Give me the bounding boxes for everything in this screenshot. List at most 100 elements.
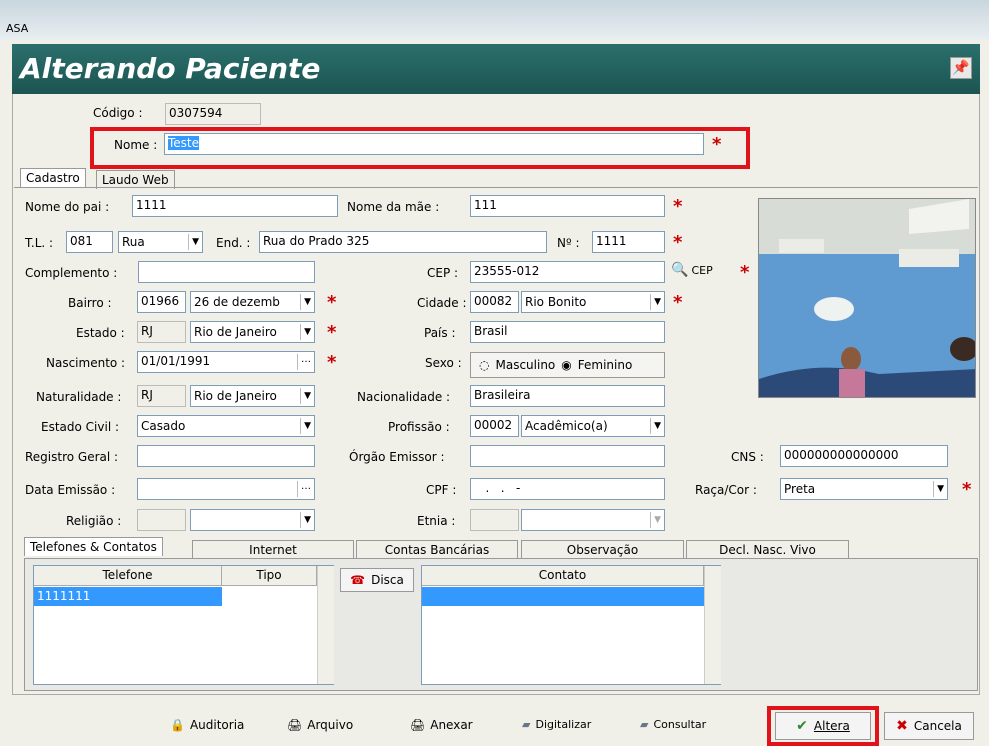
numero-label: Nº : — [557, 236, 580, 250]
altera-label: Altera — [813, 719, 850, 733]
contact-table[interactable]: Contato — [421, 565, 721, 685]
photo-image — [759, 199, 975, 397]
nome-value: Teste — [168, 136, 200, 150]
orgao-emissor-input[interactable] — [470, 445, 665, 467]
digitalizar-button[interactable]: ▰ Digitalizar — [522, 718, 591, 731]
pais-label: País : — [424, 326, 456, 340]
tl-code-input[interactable]: 081 — [66, 231, 113, 253]
cpf-label: CPF : — [426, 483, 457, 497]
required-marker: * — [673, 232, 683, 253]
window-titlebar: ASA — [0, 0, 989, 40]
nacionalidade-input[interactable]: Brasileira — [470, 385, 665, 407]
tab-contas-bancarias[interactable]: Contas Bancárias — [356, 540, 518, 559]
phone-icon: ☎ — [350, 573, 366, 587]
tab-cadastro[interactable]: Cadastro — [20, 168, 86, 187]
date-picker-icon[interactable]: … — [297, 481, 311, 497]
estado-select[interactable]: Rio de Janeiro ▼ — [190, 321, 315, 343]
pin-button[interactable]: 📌 — [950, 57, 972, 79]
profissao-label: Profissão : — [388, 420, 450, 434]
nome-input[interactable]: Teste — [164, 133, 704, 155]
cidade-select[interactable]: Rio Bonito ▼ — [521, 291, 665, 313]
end-input[interactable]: Rua do Prado 325 — [259, 231, 547, 253]
chevron-down-icon: ▼ — [300, 388, 311, 404]
tab-internet[interactable]: Internet — [192, 540, 354, 559]
profissao-code-input[interactable]: 00002 — [470, 415, 519, 437]
column-header-telefone[interactable]: Telefone — [34, 566, 222, 586]
arquivo-label: Arquivo — [307, 718, 354, 732]
disca-button[interactable]: ☎ Disca — [340, 568, 414, 592]
anexar-button[interactable]: 🖨 Anexar — [410, 718, 473, 732]
tl-label: T.L. : — [25, 236, 54, 250]
data-emissao-label: Data Emissão : — [25, 483, 116, 497]
nome-pai-label: Nome do pai : — [25, 200, 110, 214]
profissao-value: Acadêmico(a) — [525, 419, 608, 433]
table-cell-tipo[interactable] — [222, 587, 317, 606]
padlock-icon: 🔒 — [170, 718, 185, 732]
column-header-tipo[interactable]: Tipo — [222, 566, 317, 586]
consultar-button[interactable]: ▰ Consultar — [640, 718, 706, 731]
cep-input[interactable]: 23555-012 — [470, 261, 665, 283]
required-marker: * — [327, 322, 337, 343]
etnia-label: Etnia : — [417, 514, 456, 528]
table-row[interactable] — [422, 587, 704, 606]
cidade-label: Cidade : — [417, 296, 467, 310]
scrollbar[interactable] — [704, 566, 721, 684]
tab-observacao[interactable]: Observação — [521, 540, 684, 559]
required-marker: * — [327, 352, 337, 373]
required-marker: * — [962, 479, 972, 500]
radio-feminino[interactable]: ◉ — [561, 358, 571, 372]
cancela-button[interactable]: ✖ Cancela — [884, 712, 974, 740]
sexo-radio-group: ◌ Masculino ◉ Feminino — [470, 352, 665, 378]
scanner-icon: ▰ — [522, 718, 531, 731]
tab-telefones-contatos[interactable]: Telefones & Contatos — [24, 537, 163, 556]
scrollbar[interactable] — [317, 566, 334, 684]
pais-input[interactable]: Brasil — [470, 321, 665, 343]
auditoria-label: Auditoria — [189, 718, 245, 732]
nome-pai-input[interactable]: 1111 — [132, 195, 338, 217]
raca-cor-select[interactable]: Preta ▼ — [780, 478, 948, 500]
radio-masculino[interactable]: ◌ — [479, 358, 489, 372]
naturalidade-label: Naturalidade : — [36, 390, 122, 404]
codigo-field: 0307594 — [165, 103, 261, 125]
nascimento-value: 01/01/1991 — [141, 354, 211, 368]
codigo-label: Código : — [93, 106, 143, 120]
data-emissao-input[interactable]: … — [137, 478, 315, 500]
naturalidade-select[interactable]: Rio de Janeiro ▼ — [190, 385, 315, 407]
numero-input[interactable]: 1111 — [592, 231, 665, 253]
masculino-label: Masculino — [495, 358, 556, 372]
tab-decl-nasc-vivo[interactable]: Decl. Nasc. Vivo — [686, 540, 849, 559]
complemento-input[interactable] — [138, 261, 315, 283]
etnia-code-field — [470, 509, 519, 531]
chevron-down-icon: ▼ — [650, 512, 661, 528]
required-marker: * — [740, 262, 750, 283]
digitalizar-label: Digitalizar — [535, 718, 592, 731]
printer-icon: 🖨 — [410, 718, 426, 732]
x-icon: ✖ — [896, 718, 908, 734]
altera-button[interactable]: ✔ Altera — [775, 712, 871, 740]
nome-mae-input[interactable]: 111 — [470, 195, 665, 217]
cidade-code-input[interactable]: 00082 — [470, 291, 519, 313]
nascimento-input[interactable]: 01/01/1991 … — [137, 351, 315, 373]
cns-input[interactable]: 000000000000000 — [780, 445, 948, 467]
disca-label: Disca — [371, 573, 404, 587]
auditoria-button[interactable]: 🔒 Auditoria — [170, 718, 244, 732]
required-marker: * — [712, 134, 722, 155]
religiao-select[interactable]: ▼ — [190, 509, 315, 531]
column-header-contato[interactable]: Contato — [422, 566, 704, 586]
date-picker-icon[interactable]: … — [297, 354, 311, 370]
table-row[interactable]: 1111111 — [34, 587, 222, 606]
tl-type-select[interactable]: Rua ▼ — [118, 231, 203, 253]
bairro-code-input[interactable]: 01966 — [137, 291, 186, 313]
sexo-label: Sexo : — [425, 356, 462, 370]
arquivo-button[interactable]: 🖨 Arquivo — [287, 718, 353, 732]
phone-table[interactable]: Telefone Tipo 1111111 — [33, 565, 334, 685]
registro-geral-input[interactable] — [137, 445, 315, 467]
cep-search-button[interactable]: 🔍 CEP — [671, 262, 713, 278]
naturalidade-value: Rio de Janeiro — [194, 389, 277, 403]
bairro-select[interactable]: 26 de dezemb ▼ — [190, 291, 315, 313]
feminino-label: Feminino — [577, 358, 633, 372]
chevron-down-icon: ▼ — [650, 294, 661, 310]
cpf-input[interactable]: . . - — [470, 478, 665, 500]
profissao-select[interactable]: Acadêmico(a) ▼ — [521, 415, 665, 437]
estado-civil-select[interactable]: Casado ▼ — [137, 415, 315, 437]
